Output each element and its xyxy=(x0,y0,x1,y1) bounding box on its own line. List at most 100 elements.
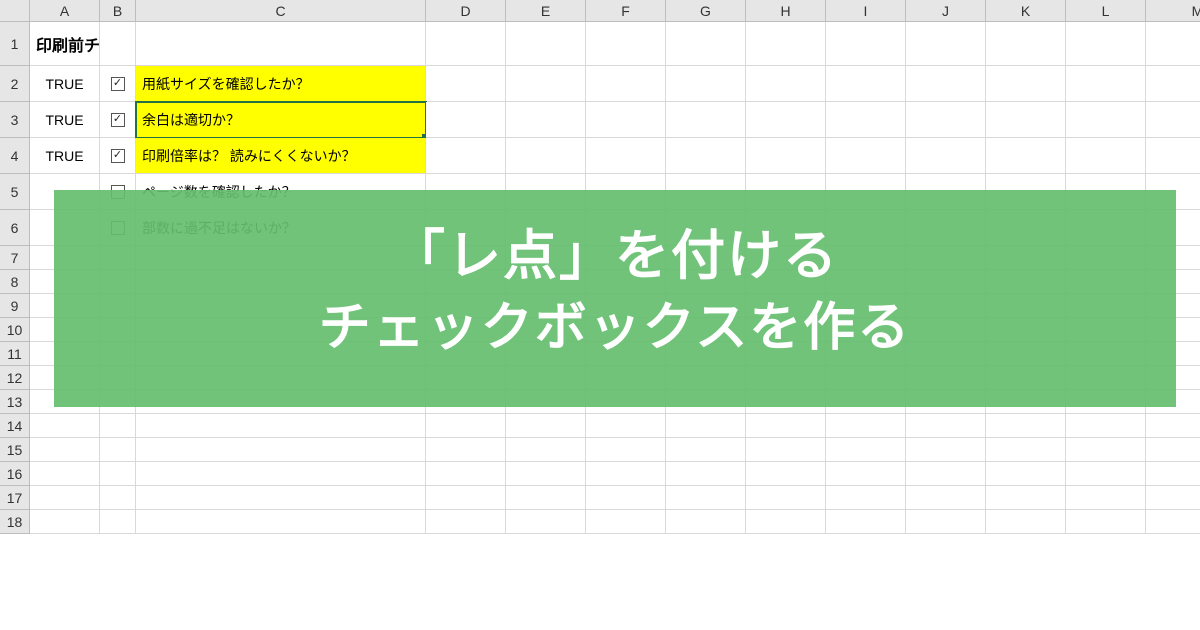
column-header-A[interactable]: A xyxy=(30,0,100,21)
cell-H3[interactable] xyxy=(746,102,826,138)
cell-J4[interactable] xyxy=(906,138,986,174)
cell-F17[interactable] xyxy=(586,486,666,510)
column-header-K[interactable]: K xyxy=(986,0,1066,21)
cell-G2[interactable] xyxy=(666,66,746,102)
cell-F2[interactable] xyxy=(586,66,666,102)
row-header-11[interactable]: 11 xyxy=(0,342,30,366)
row-header-6[interactable]: 6 xyxy=(0,210,30,246)
cell-A4[interactable]: TRUE xyxy=(30,138,100,174)
row-header-1[interactable]: 1 xyxy=(0,22,30,66)
cell-G17[interactable] xyxy=(666,486,746,510)
cell-D2[interactable] xyxy=(426,66,506,102)
row-header-2[interactable]: 2 xyxy=(0,66,30,102)
cell-G4[interactable] xyxy=(666,138,746,174)
cell-M16[interactable] xyxy=(1146,462,1200,486)
cell-A18[interactable] xyxy=(30,510,100,534)
cell-L15[interactable] xyxy=(1066,438,1146,462)
cell-D17[interactable] xyxy=(426,486,506,510)
cell-I15[interactable] xyxy=(826,438,906,462)
cell-H2[interactable] xyxy=(746,66,826,102)
cell-B2[interactable]: ✓ xyxy=(100,66,136,102)
cell-E3[interactable] xyxy=(506,102,586,138)
cell-L14[interactable] xyxy=(1066,414,1146,438)
cell-C3[interactable]: 余白は適切か？ xyxy=(136,102,426,138)
cell-F15[interactable] xyxy=(586,438,666,462)
column-header-D[interactable]: D xyxy=(426,0,506,21)
cell-L17[interactable] xyxy=(1066,486,1146,510)
cell-G1[interactable] xyxy=(666,22,746,66)
cell-A1[interactable]: 印刷前チェックシート xyxy=(30,22,100,66)
cell-H1[interactable] xyxy=(746,22,826,66)
cell-J14[interactable] xyxy=(906,414,986,438)
cell-J18[interactable] xyxy=(906,510,986,534)
cell-M2[interactable] xyxy=(1146,66,1200,102)
cell-B1[interactable] xyxy=(100,22,136,66)
cell-A15[interactable] xyxy=(30,438,100,462)
cell-F18[interactable] xyxy=(586,510,666,534)
cell-M15[interactable] xyxy=(1146,438,1200,462)
cell-D3[interactable] xyxy=(426,102,506,138)
cell-I18[interactable] xyxy=(826,510,906,534)
cell-E15[interactable] xyxy=(506,438,586,462)
row-header-14[interactable]: 14 xyxy=(0,414,30,438)
cell-J1[interactable] xyxy=(906,22,986,66)
cell-J16[interactable] xyxy=(906,462,986,486)
cell-H17[interactable] xyxy=(746,486,826,510)
cell-K14[interactable] xyxy=(986,414,1066,438)
cell-D15[interactable] xyxy=(426,438,506,462)
cell-I4[interactable] xyxy=(826,138,906,174)
cell-K15[interactable] xyxy=(986,438,1066,462)
cell-B18[interactable] xyxy=(100,510,136,534)
cell-D18[interactable] xyxy=(426,510,506,534)
cell-C15[interactable] xyxy=(136,438,426,462)
cell-J17[interactable] xyxy=(906,486,986,510)
cell-H15[interactable] xyxy=(746,438,826,462)
cell-F4[interactable] xyxy=(586,138,666,174)
cell-A3[interactable]: TRUE xyxy=(30,102,100,138)
cell-B15[interactable] xyxy=(100,438,136,462)
cell-E16[interactable] xyxy=(506,462,586,486)
cell-H16[interactable] xyxy=(746,462,826,486)
cell-J3[interactable] xyxy=(906,102,986,138)
row-header-5[interactable]: 5 xyxy=(0,174,30,210)
cell-B17[interactable] xyxy=(100,486,136,510)
cell-A2[interactable]: TRUE xyxy=(30,66,100,102)
column-header-G[interactable]: G xyxy=(666,0,746,21)
cell-M4[interactable] xyxy=(1146,138,1200,174)
row-header-3[interactable]: 3 xyxy=(0,102,30,138)
cell-K17[interactable] xyxy=(986,486,1066,510)
cell-K1[interactable] xyxy=(986,22,1066,66)
cell-M3[interactable] xyxy=(1146,102,1200,138)
cell-H4[interactable] xyxy=(746,138,826,174)
cell-M1[interactable] xyxy=(1146,22,1200,66)
column-header-I[interactable]: I xyxy=(826,0,906,21)
row-header-7[interactable]: 7 xyxy=(0,246,30,270)
cell-E14[interactable] xyxy=(506,414,586,438)
cell-C2[interactable]: 用紙サイズを確認したか？ xyxy=(136,66,426,102)
cell-C17[interactable] xyxy=(136,486,426,510)
cell-B3[interactable]: ✓ xyxy=(100,102,136,138)
cell-E18[interactable] xyxy=(506,510,586,534)
cell-K2[interactable] xyxy=(986,66,1066,102)
cell-M18[interactable] xyxy=(1146,510,1200,534)
cell-L16[interactable] xyxy=(1066,462,1146,486)
column-header-H[interactable]: H xyxy=(746,0,826,21)
cell-C4[interactable]: 印刷倍率は？ 読みにくくないか？ xyxy=(136,138,426,174)
column-header-F[interactable]: F xyxy=(586,0,666,21)
row-header-8[interactable]: 8 xyxy=(0,270,30,294)
cell-B14[interactable] xyxy=(100,414,136,438)
cell-D4[interactable] xyxy=(426,138,506,174)
cell-L4[interactable] xyxy=(1066,138,1146,174)
row-header-17[interactable]: 17 xyxy=(0,486,30,510)
checkbox-checked-icon[interactable]: ✓ xyxy=(111,77,125,91)
row-header-4[interactable]: 4 xyxy=(0,138,30,174)
column-header-B[interactable]: B xyxy=(100,0,136,21)
cell-F1[interactable] xyxy=(586,22,666,66)
cell-F16[interactable] xyxy=(586,462,666,486)
cell-E4[interactable] xyxy=(506,138,586,174)
cell-M14[interactable] xyxy=(1146,414,1200,438)
column-header-L[interactable]: L xyxy=(1066,0,1146,21)
cell-C16[interactable] xyxy=(136,462,426,486)
cell-D1[interactable] xyxy=(426,22,506,66)
cell-G18[interactable] xyxy=(666,510,746,534)
